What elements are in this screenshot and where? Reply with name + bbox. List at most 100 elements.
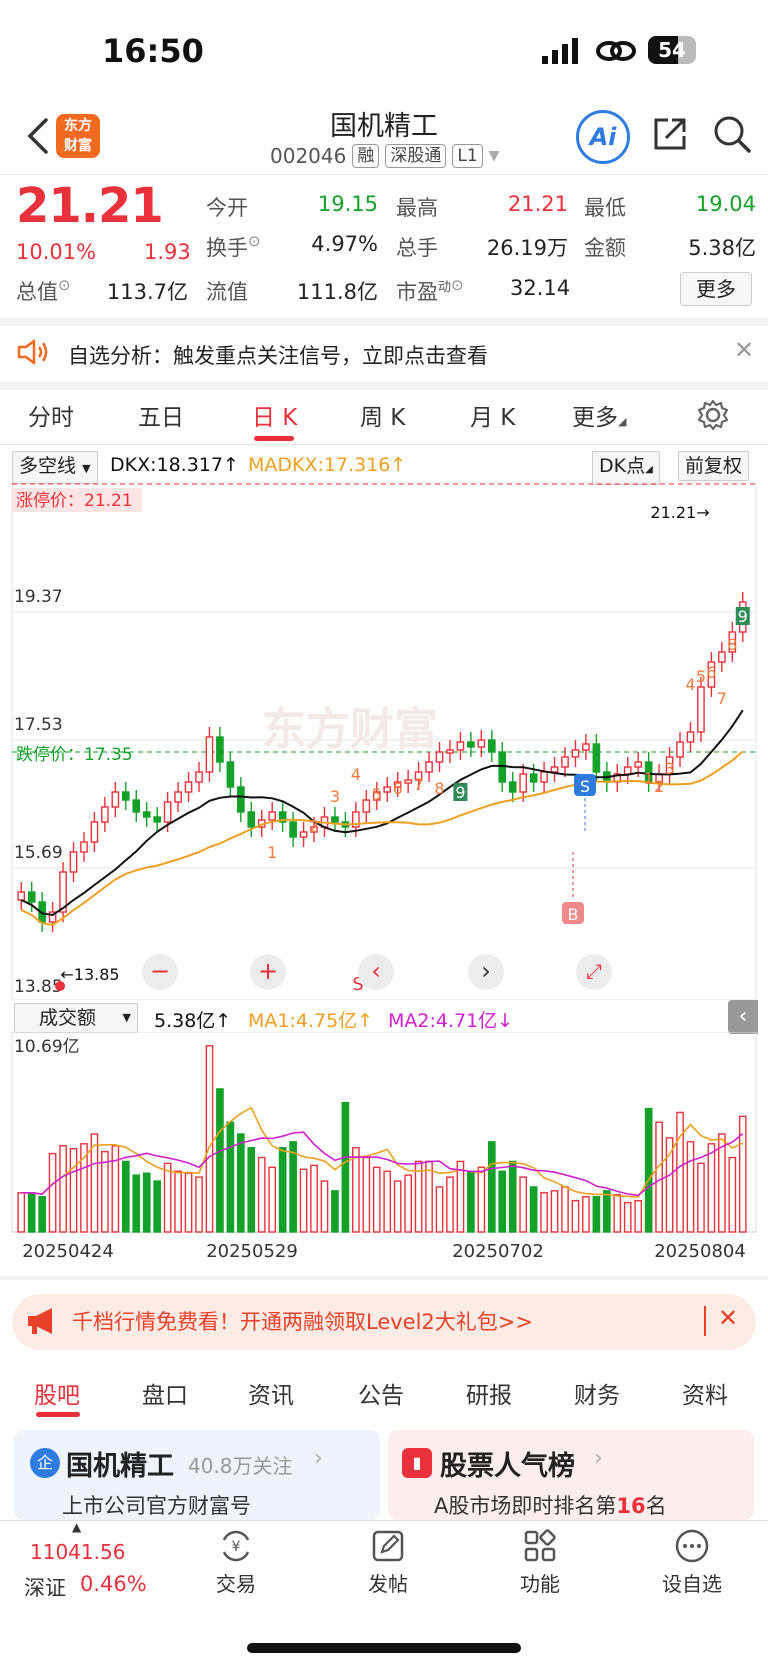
chevron-down-icon: ▼ xyxy=(488,148,500,164)
turnover-value: 4.97% xyxy=(311,232,378,256)
scroll-left-button[interactable]: ‹ xyxy=(358,954,394,990)
adjust-button[interactable]: 前复权 xyxy=(678,451,750,481)
nav-add-watchlist[interactable]: 设自选 xyxy=(632,1528,752,1597)
tab-more[interactable]: 更多◢ xyxy=(572,398,626,432)
tab-finance[interactable]: 财务 xyxy=(574,1376,620,1410)
nav-post[interactable]: 发帖 xyxy=(328,1528,448,1597)
index-pct[interactable]: 0.46% xyxy=(80,1572,147,1596)
gear-icon[interactable] xyxy=(696,398,730,432)
more-button[interactable]: 更多 xyxy=(680,272,752,306)
more-dots-icon: ⊙ xyxy=(451,276,464,294)
edit-icon xyxy=(372,1530,404,1562)
volume-selector[interactable]: 成交额 ▼ xyxy=(14,1003,138,1033)
price-level: 17.53 xyxy=(14,715,63,735)
more-dots-icon xyxy=(675,1529,709,1563)
date-label: 20250702 xyxy=(452,1241,544,1262)
tab-intraday[interactable]: 分时 xyxy=(28,398,74,432)
tab-order-book[interactable]: 盘口 xyxy=(142,1376,188,1410)
turnover-label[interactable]: 换手⊙ xyxy=(206,232,261,262)
promo-text[interactable]: 千档行情免费看！开通两融领取Level2大礼包>> xyxy=(72,1306,533,1336)
nav-functions-label: 功能 xyxy=(520,1572,560,1596)
nav-add-watchlist-label: 设自选 xyxy=(662,1572,722,1596)
company-badge-icon: 企 xyxy=(30,1448,60,1478)
more-dots-icon: ⊙ xyxy=(58,276,71,294)
svg-text:5: 5 xyxy=(696,667,706,686)
signal-icon xyxy=(542,38,578,64)
scroll-right-button[interactable]: › xyxy=(468,954,504,990)
zoom-in-button[interactable]: + xyxy=(250,954,286,990)
volume-amount: 5.38亿↑ xyxy=(154,1010,232,1032)
indicator-selector[interactable]: 多空线 ▼ xyxy=(12,451,98,484)
volume-value: 26.19万 xyxy=(486,236,568,260)
svg-text:2: 2 xyxy=(309,817,319,836)
close-icon[interactable]: ✕ xyxy=(734,336,754,364)
company-card-title: 国机精工 xyxy=(66,1451,174,1482)
home-indicator xyxy=(247,1643,521,1653)
nav-trade-label: 交易 xyxy=(216,1572,256,1596)
amount-value: 5.38亿 xyxy=(688,236,756,260)
tab-guba[interactable]: 股吧 xyxy=(34,1376,80,1410)
trade-icon: ¥ xyxy=(222,1530,250,1562)
volume-ma1: MA1:4.75亿↑ xyxy=(248,1010,374,1032)
divider xyxy=(0,444,768,445)
svg-text:6: 6 xyxy=(706,663,716,682)
svg-text:2: 2 xyxy=(654,777,664,796)
volume-ma2: MA2:4.71亿↓ xyxy=(388,1010,514,1032)
market-cap-label[interactable]: 总值⊙ xyxy=(16,276,71,306)
corner-triangle-icon: ◢ xyxy=(645,464,653,475)
tab-monthly-k[interactable]: 月 K xyxy=(470,398,515,432)
popularity-card-desc: A股市场即时排名第16名 xyxy=(434,1490,667,1520)
fullscreen-icon[interactable]: ⤢ xyxy=(576,954,612,990)
svg-text:4: 4 xyxy=(351,765,361,784)
stock-code: 002046 xyxy=(270,144,347,168)
popularity-card-title: 股票人气榜 xyxy=(440,1451,575,1482)
section-gap xyxy=(0,318,768,326)
low-point-dot xyxy=(55,981,65,991)
nav-post-label: 发帖 xyxy=(368,1572,408,1596)
pe-value: 32.14 xyxy=(510,276,571,300)
company-card-followers: 40.8万关注 xyxy=(188,1454,293,1478)
divider xyxy=(0,174,768,175)
tab-weekly-k[interactable]: 周 K xyxy=(360,398,405,432)
svg-text:4: 4 xyxy=(685,675,695,694)
madkx-value: MADKX:17.316↑ xyxy=(248,454,407,476)
tab-five-day[interactable]: 五日 xyxy=(138,398,184,432)
pe-label[interactable]: 市盈动⊙ xyxy=(396,276,464,306)
index-name[interactable]: 深证 xyxy=(24,1572,66,1602)
tab-announcements[interactable]: 公告 xyxy=(358,1376,404,1410)
more-dots-icon: ⊙ xyxy=(248,232,261,250)
tab-news[interactable]: 资讯 xyxy=(248,1376,294,1410)
caret-up-icon: ▲ xyxy=(72,1520,82,1534)
kline-chart[interactable]: 东方财富 12345 6 7 8 91 234 5 6789 19.37 17.53 15.6… xyxy=(0,482,768,1000)
search-icon[interactable] xyxy=(712,114,752,154)
share-icon[interactable] xyxy=(650,114,690,154)
float-cap-label: 流值 xyxy=(206,280,248,304)
open-label: 今开 xyxy=(206,196,248,220)
tab-research[interactable]: 研报 xyxy=(466,1376,512,1410)
zoom-out-button[interactable]: − xyxy=(142,954,178,990)
price-change: 1.93 xyxy=(144,240,191,264)
ai-assistant-button[interactable]: Ai xyxy=(576,110,630,164)
buy-signal: B xyxy=(568,905,579,924)
low-label: 最低 xyxy=(584,196,626,220)
battery-level: 54 xyxy=(658,38,686,62)
market-cap-label-text: 总值 xyxy=(16,280,58,304)
close-icon[interactable]: ✕ xyxy=(718,1304,738,1332)
company-card[interactable]: 企 国机精工 40.8万关注 › 上市公司官方财富号 xyxy=(14,1430,380,1520)
notice-text[interactable]: 自选分析：触发重点关注信号，立即点击查看 xyxy=(68,340,488,370)
tab-more-label: 更多 xyxy=(572,405,618,431)
tab-daily-k[interactable]: 日 K xyxy=(252,398,297,432)
index-value[interactable]: 11041.56 xyxy=(30,1540,125,1564)
dk-point-button[interactable]: DK点◢ xyxy=(592,451,660,485)
high-label: 最高 xyxy=(396,196,438,220)
svg-text:8: 8 xyxy=(727,635,737,654)
open-value: 19.15 xyxy=(317,192,378,216)
stock-code-row[interactable]: 002046 融 深股通 L1 ▼ xyxy=(270,144,499,168)
tab-profile[interactable]: 资料 xyxy=(682,1376,728,1410)
nav-trade[interactable]: ¥ 交易 xyxy=(176,1528,296,1597)
high-marker: 21.21→ xyxy=(650,503,709,522)
collapse-panel-icon[interactable]: ‹ xyxy=(728,1000,758,1034)
popularity-card[interactable]: ▮ 股票人气榜 › A股市场即时排名第16名 xyxy=(388,1430,754,1520)
nav-functions[interactable]: 功能 xyxy=(480,1528,600,1597)
volume-chart[interactable]: 10.69亿 20250424 20250529 20250702 202508… xyxy=(0,1032,768,1276)
